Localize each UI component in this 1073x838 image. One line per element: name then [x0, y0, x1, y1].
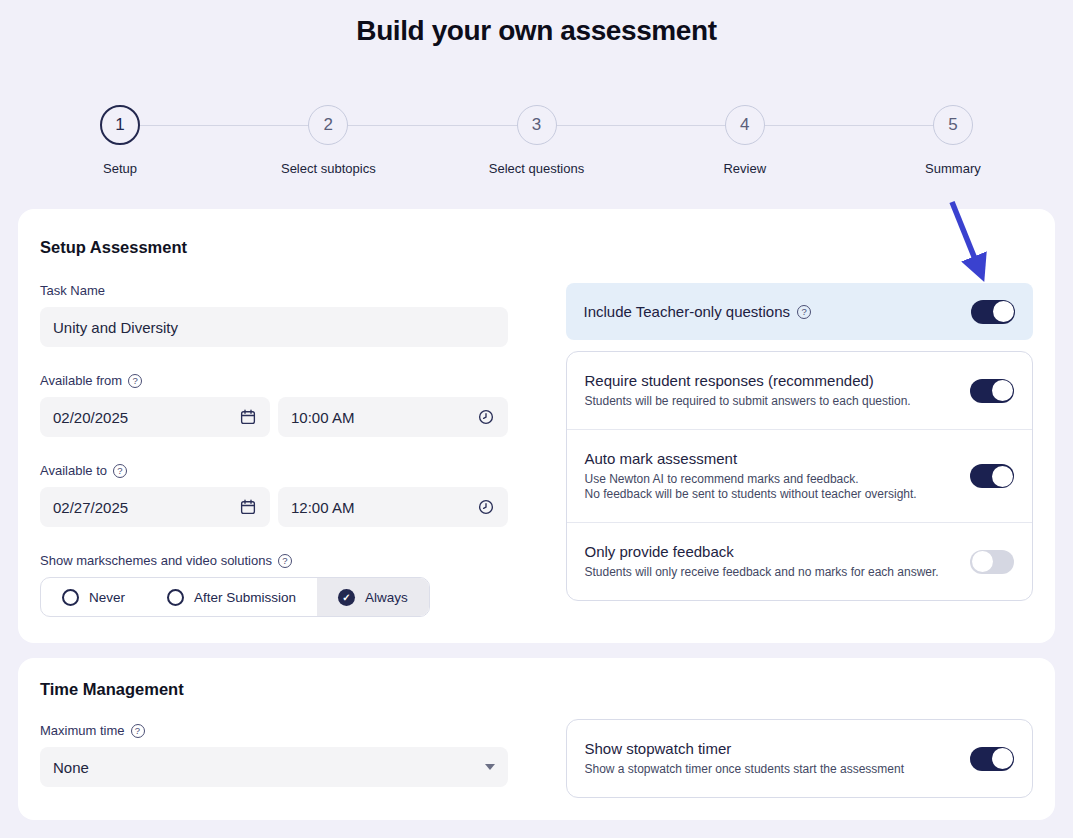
show-stopwatch-timer-description: Show a stopwatch timer once students sta…: [585, 762, 905, 777]
show-stopwatch-timer-row: Show stopwatch timer Show a stopwatch ti…: [567, 720, 1033, 797]
stepper-step-summary[interactable]: 5 Summary: [849, 105, 1057, 176]
markschemes-segmented-control: ✓ Never ✓ After Submission ✓ Always: [40, 577, 430, 617]
stepper: 1 Setup 2 Select subtopics 3 Select ques…: [16, 105, 1057, 177]
stopwatch-group: Show stopwatch timer Show a stopwatch ti…: [566, 719, 1034, 798]
task-name-value: Unity and Diversity: [53, 319, 178, 336]
help-icon[interactable]: ?: [113, 464, 127, 478]
task-name-input[interactable]: Unity and Diversity: [40, 307, 508, 347]
only-provide-feedback-toggle[interactable]: [970, 550, 1014, 574]
available-from-time-input[interactable]: 10:00 AM: [278, 397, 508, 437]
available-to-time-input[interactable]: 12:00 AM: [278, 487, 508, 527]
clock-icon: [477, 498, 495, 516]
available-to-date-input[interactable]: 02/27/2025: [40, 487, 270, 527]
page-title: Build your own assessment: [0, 0, 1073, 47]
setup-right-column: Include Teacher-only questions ? Require…: [566, 283, 1034, 617]
auto-mark-assessment-toggle[interactable]: [970, 464, 1014, 488]
include-teacher-only-toggle[interactable]: [971, 300, 1015, 324]
time-management-card: Time Management Maximum time ? None Show…: [18, 658, 1055, 820]
require-student-responses-description: Students will be required to submit answ…: [585, 394, 911, 409]
help-icon[interactable]: ?: [131, 724, 145, 738]
require-student-responses-toggle[interactable]: [970, 379, 1014, 403]
include-teacher-only-label: Include Teacher-only questions ?: [584, 303, 812, 320]
task-name-label: Task Name: [40, 283, 508, 298]
auto-mark-assessment-title: Auto mark assessment: [585, 450, 917, 467]
require-student-responses-row: Require student responses (recommended) …: [567, 352, 1033, 429]
step-label: Summary: [925, 161, 981, 176]
stepper-step-setup[interactable]: 1 Setup: [16, 105, 224, 176]
require-student-responses-title: Require student responses (recommended): [585, 372, 911, 389]
available-to-label: Available to ?: [40, 463, 508, 478]
setup-left-column: Task Name Unity and Diversity Available …: [40, 283, 508, 617]
response-options-group: Require student responses (recommended) …: [566, 351, 1034, 601]
setup-assessment-card: Setup Assessment Task Name Unity and Div…: [18, 209, 1055, 643]
include-teacher-only-row: Include Teacher-only questions ?: [566, 283, 1034, 340]
setup-card-heading: Setup Assessment: [40, 238, 1033, 257]
step-number: 4: [725, 105, 765, 145]
time-right-column: Show stopwatch timer Show a stopwatch ti…: [566, 719, 1034, 798]
step-number: 5: [933, 105, 973, 145]
maximum-time-label: Maximum time ?: [40, 723, 508, 738]
only-provide-feedback-row: Only provide feedback Students will only…: [567, 522, 1033, 600]
step-label: Select questions: [489, 161, 584, 176]
help-icon[interactable]: ?: [797, 305, 811, 319]
step-label: Select subtopics: [281, 161, 376, 176]
radio-icon: [62, 589, 79, 606]
step-label: Setup: [103, 161, 137, 176]
help-icon[interactable]: ?: [278, 554, 292, 568]
calendar-icon: [239, 498, 257, 516]
auto-mark-assessment-row: Auto mark assessment Use Newton AI to re…: [567, 429, 1033, 522]
only-provide-feedback-title: Only provide feedback: [585, 543, 939, 560]
available-from-label: Available from ?: [40, 373, 508, 388]
markschemes-option-always[interactable]: ✓ Always: [317, 578, 429, 616]
step-number: 3: [517, 105, 557, 145]
step-label: Review: [723, 161, 766, 176]
step-number: 2: [308, 105, 348, 145]
calendar-icon: [239, 408, 257, 426]
time-card-heading: Time Management: [40, 680, 1033, 699]
radio-icon: [167, 589, 184, 606]
stepper-step-select-questions[interactable]: 3 Select questions: [432, 105, 640, 176]
clock-icon: [477, 408, 495, 426]
time-left-column: Maximum time ? None: [40, 723, 508, 798]
stepper-step-select-subtopics[interactable]: 2 Select subtopics: [224, 105, 432, 176]
show-stopwatch-timer-toggle[interactable]: [970, 747, 1014, 771]
help-icon[interactable]: ?: [128, 374, 142, 388]
show-stopwatch-timer-title: Show stopwatch timer: [585, 740, 905, 757]
markschemes-option-never[interactable]: ✓ Never: [41, 578, 146, 616]
auto-mark-assessment-description: Use Newton AI to recommend marks and fee…: [585, 472, 917, 502]
check-icon: ✓: [338, 589, 355, 606]
step-number: 1: [100, 105, 140, 145]
markschemes-label: Show markschemes and video solutions ?: [40, 553, 508, 568]
chevron-down-icon: [485, 764, 495, 770]
stepper-step-review[interactable]: 4 Review: [641, 105, 849, 176]
only-provide-feedback-description: Students will only receive feedback and …: [585, 565, 939, 580]
markschemes-option-after-submission[interactable]: ✓ After Submission: [146, 578, 317, 616]
available-from-date-input[interactable]: 02/20/2025: [40, 397, 270, 437]
maximum-time-dropdown[interactable]: None: [40, 747, 508, 787]
